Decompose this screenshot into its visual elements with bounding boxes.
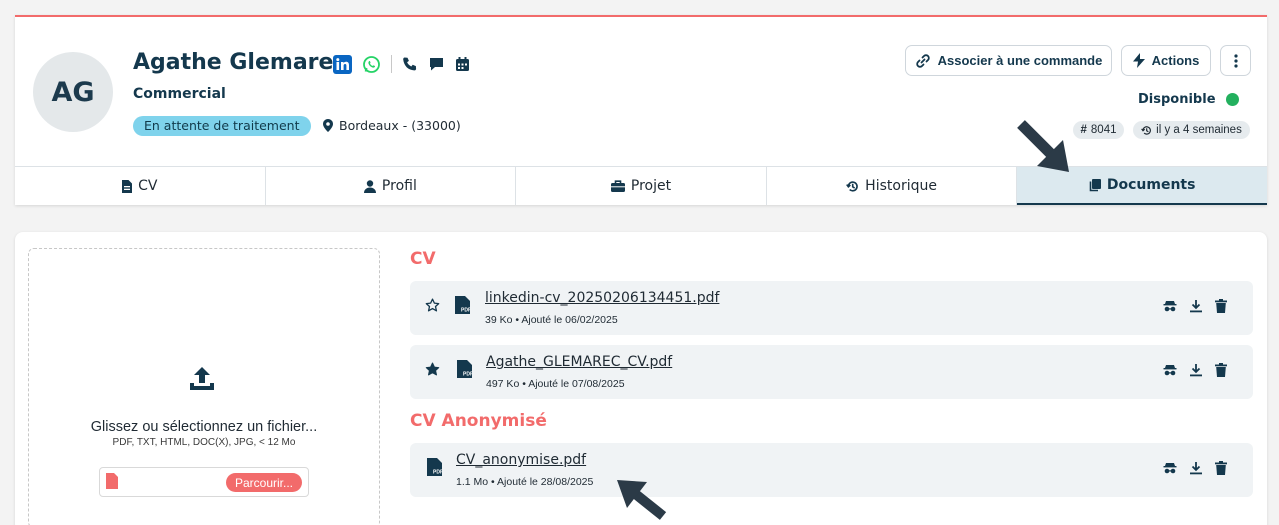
section-anonymized-title: CV Anonymisé <box>410 411 547 431</box>
document-row: PDF CV_anonymise.pdf 1.1 Mo • Ajouté le … <box>410 443 1253 497</box>
dropzone-hint: PDF, TXT, HTML, DOC(X), JPG, < 12 Mo <box>112 437 296 448</box>
availability: Disponible <box>1138 92 1239 107</box>
more-options-button[interactable] <box>1220 45 1251 76</box>
candidate-id-badge: # 8041 <box>1073 121 1124 139</box>
whatsapp-icon[interactable] <box>362 55 381 74</box>
trash-icon[interactable] <box>1215 299 1227 313</box>
candidate-name: Agathe Glemarec <box>133 50 347 75</box>
file-meta: 1.1 Mo • Ajouté le 28/08/2025 <box>456 476 594 488</box>
file-dropzone[interactable]: Glissez ou sélectionnez un fichier... PD… <box>28 248 380 525</box>
document-row: PDF linkedin-cv_20250206134451.pdf 39 Ko… <box>410 281 1253 335</box>
more-vertical-icon <box>1233 53 1238 68</box>
divider <box>391 55 392 73</box>
history-icon <box>846 180 859 193</box>
file-actions <box>1163 299 1227 313</box>
tab-profil-label: Profil <box>381 178 417 194</box>
bolt-icon <box>1132 53 1145 68</box>
anonymize-icon[interactable] <box>1163 363 1177 377</box>
tab-historique[interactable]: Historique <box>767 167 1018 205</box>
file-link[interactable]: linkedin-cv_20250206134451.pdf <box>485 290 719 306</box>
file-meta: 39 Ko • Ajouté le 06/02/2025 <box>485 314 618 326</box>
file-link[interactable]: CV_anonymise.pdf <box>456 452 586 468</box>
profile-tabs: CV Profil Projet Historique Documents <box>15 166 1267 205</box>
linkedin-icon[interactable] <box>333 54 352 74</box>
phone-icon[interactable] <box>402 56 418 72</box>
dropzone-title: Glissez ou sélectionnez un fichier... <box>90 419 318 435</box>
hash-icon: # <box>1080 124 1087 136</box>
link-icon <box>915 53 931 69</box>
anonymize-icon[interactable] <box>1163 299 1177 313</box>
upload-icon <box>187 364 217 399</box>
documents-panel: Glissez ou sélectionnez un fichier... PD… <box>15 232 1267 525</box>
file-icon <box>122 179 133 193</box>
briefcase-icon <box>610 180 625 192</box>
actions-button[interactable]: Actions <box>1121 45 1211 76</box>
tab-cv[interactable]: CV <box>15 167 266 205</box>
candidate-id: 8041 <box>1090 124 1117 136</box>
file-actions <box>1163 461 1227 475</box>
avatar: AG <box>33 52 113 132</box>
file-actions <box>1163 363 1227 377</box>
trash-icon[interactable] <box>1215 363 1227 377</box>
file-meta: 497 Ko • Ajouté le 07/08/2025 <box>486 378 625 390</box>
anonymize-icon[interactable] <box>1163 461 1177 475</box>
tab-documents[interactable]: Documents <box>1017 167 1267 205</box>
tab-projet-label: Projet <box>630 178 672 194</box>
user-icon <box>363 179 376 193</box>
file-link[interactable]: Agathe_GLEMAREC_CV.pdf <box>486 354 672 370</box>
download-icon[interactable] <box>1189 461 1203 475</box>
actions-label: Actions <box>1151 53 1200 68</box>
browse-button[interactable]: Parcourir... <box>226 473 302 492</box>
updated-text: il y a 4 semaines <box>1156 124 1242 136</box>
file-input[interactable]: Parcourir... <box>99 467 309 497</box>
location: Bordeaux - (33000) <box>323 118 461 133</box>
status-dot <box>1225 93 1239 106</box>
document-row: PDF Agathe_GLEMAREC_CV.pdf 497 Ko • Ajou… <box>410 345 1253 399</box>
pdf-icon: PDF <box>457 360 473 383</box>
tab-profil[interactable]: Profil <box>266 167 517 205</box>
pdf-icon: PDF <box>427 458 443 481</box>
tab-historique-label: Historique <box>865 178 937 194</box>
contact-icons <box>333 52 470 76</box>
tab-projet[interactable]: Projet <box>516 167 767 205</box>
svg-text:PDF: PDF <box>461 308 470 314</box>
location-text: Bordeaux - (33000) <box>339 118 461 133</box>
tab-documents-label: Documents <box>1106 177 1196 193</box>
download-icon[interactable] <box>1189 299 1203 313</box>
star-filled-icon[interactable] <box>425 362 440 382</box>
availability-label: Disponible <box>1138 92 1216 107</box>
trash-icon[interactable] <box>1215 461 1227 475</box>
candidate-role: Commercial <box>133 86 226 102</box>
pdf-icon: PDF <box>455 296 471 319</box>
message-icon[interactable] <box>428 56 445 73</box>
download-icon[interactable] <box>1189 363 1203 377</box>
candidate-header: AG Agathe Glemarec Commercial En attente… <box>15 15 1267 205</box>
calendar-icon[interactable] <box>455 56 470 72</box>
star-outline-icon[interactable] <box>425 298 440 318</box>
tab-cv-label: CV <box>138 178 158 194</box>
file-icon <box>106 473 118 494</box>
svg-text:PDF: PDF <box>463 372 472 378</box>
status-badge: En attente de traitement <box>133 116 311 136</box>
map-pin-icon <box>323 119 333 132</box>
svg-text:PDF: PDF <box>433 470 442 476</box>
updated-badge: il y a 4 semaines <box>1133 121 1250 139</box>
documents-icon <box>1089 178 1101 192</box>
section-cv-title: CV <box>410 249 436 269</box>
associate-order-button[interactable]: Associer à une commande <box>905 45 1112 76</box>
associate-order-label: Associer à une commande <box>937 53 1103 68</box>
history-icon <box>1141 125 1152 136</box>
